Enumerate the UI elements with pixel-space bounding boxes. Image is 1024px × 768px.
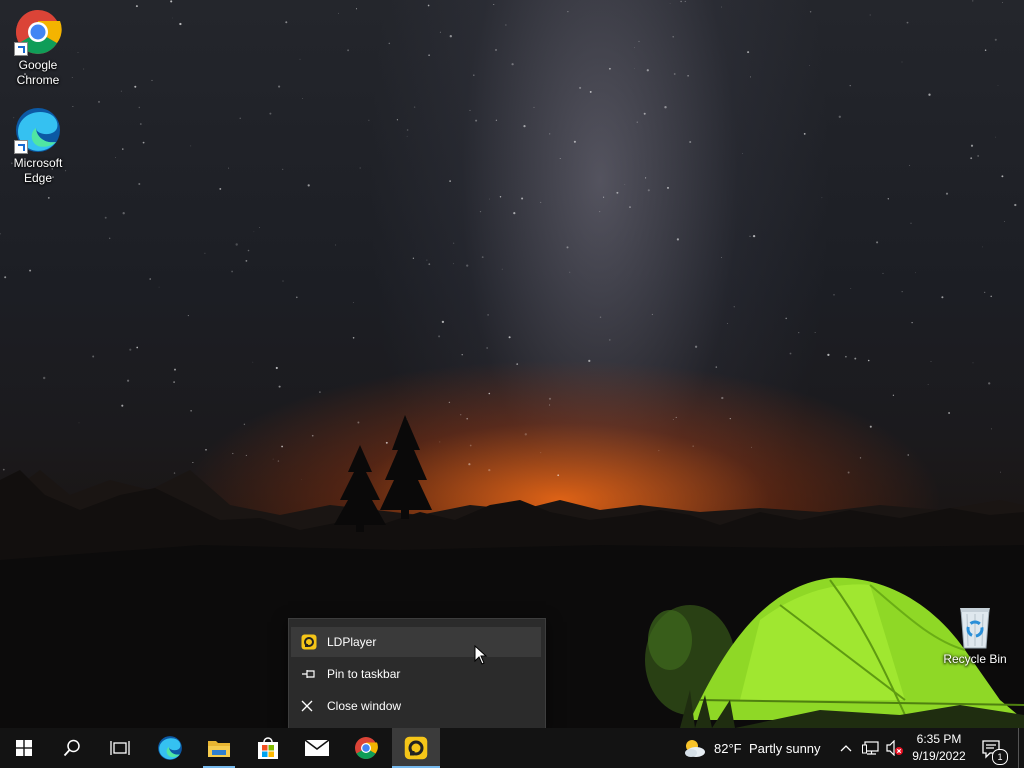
mail-icon (304, 739, 330, 756)
shortcut-arrow-icon (14, 42, 28, 56)
shortcut-arrow-icon (14, 140, 28, 154)
search-button[interactable] (48, 728, 96, 768)
taskbar-mail[interactable] (293, 728, 341, 768)
google-chrome-shortcut[interactable]: Google Chrome (0, 8, 76, 88)
taskbar-edge[interactable] (146, 728, 194, 768)
partly-sunny-icon (685, 740, 705, 757)
network-icon (862, 741, 879, 755)
network-button[interactable] (862, 740, 880, 756)
chrome-icon (355, 737, 378, 759)
taskbar-ldplayer[interactable] (392, 728, 440, 768)
close-icon (301, 700, 327, 712)
taskbar-microsoft-store[interactable] (244, 728, 292, 768)
close-window-label: Close window (327, 699, 402, 713)
close-window-item[interactable]: Close window (291, 691, 541, 721)
pin-to-taskbar-label: Pin to taskbar (327, 667, 401, 681)
search-icon (63, 739, 80, 757)
show-desktop-button[interactable] (1018, 728, 1024, 768)
pin-to-taskbar-item[interactable]: Pin to taskbar (291, 659, 541, 689)
notification-count-badge: 1 (992, 749, 1008, 765)
volume-button[interactable] (886, 739, 904, 757)
weather-condition: Partly sunny (749, 741, 821, 756)
microsoft-edge-shortcut[interactable]: Microsoft Edge (0, 106, 76, 186)
taskbar-clock[interactable]: 6:35 PM 9/19/2022 (904, 731, 974, 765)
task-view-icon (110, 741, 130, 755)
chevron-up-icon (840, 745, 852, 752)
clock-date: 9/19/2022 (912, 749, 966, 763)
recycle-bin[interactable]: Recycle Bin (937, 602, 1013, 667)
windows-logo-icon (16, 740, 32, 756)
taskbar-jump-list: LDPlayer Pin to taskbar Close window (288, 618, 546, 729)
volume-muted-icon (886, 739, 903, 757)
action-center-button[interactable]: 1 (978, 736, 1008, 765)
desktop-icon-label: Recycle Bin (943, 652, 1007, 666)
weather-temperature: 82°F (714, 741, 742, 756)
folder-icon (208, 741, 230, 757)
show-hidden-icons-button[interactable] (838, 740, 854, 756)
pin-icon (301, 668, 327, 680)
recycle-bin-icon (960, 608, 990, 649)
start-button[interactable] (0, 728, 48, 768)
desktop-icon-label: Google Chrome (16, 58, 60, 87)
weather-widget[interactable]: 82°F Partly sunny (680, 728, 830, 768)
mouse-cursor-icon (474, 645, 488, 665)
desktop-icon-label: Microsoft Edge (13, 156, 63, 185)
taskbar-file-explorer[interactable] (195, 728, 243, 768)
taskbar-chrome[interactable] (342, 728, 390, 768)
jumplist-app-title[interactable]: LDPlayer (291, 627, 541, 657)
edge-icon (158, 736, 182, 760)
task-view-button[interactable] (96, 728, 144, 768)
taskbar: 82°F Partly sunny 1 (0, 728, 1024, 768)
ldplayer-icon (404, 736, 428, 760)
store-icon (258, 737, 278, 759)
ldplayer-icon (301, 634, 327, 650)
clock-time: 6:35 PM (916, 732, 962, 746)
jumplist-app-title-label: LDPlayer (327, 635, 377, 649)
